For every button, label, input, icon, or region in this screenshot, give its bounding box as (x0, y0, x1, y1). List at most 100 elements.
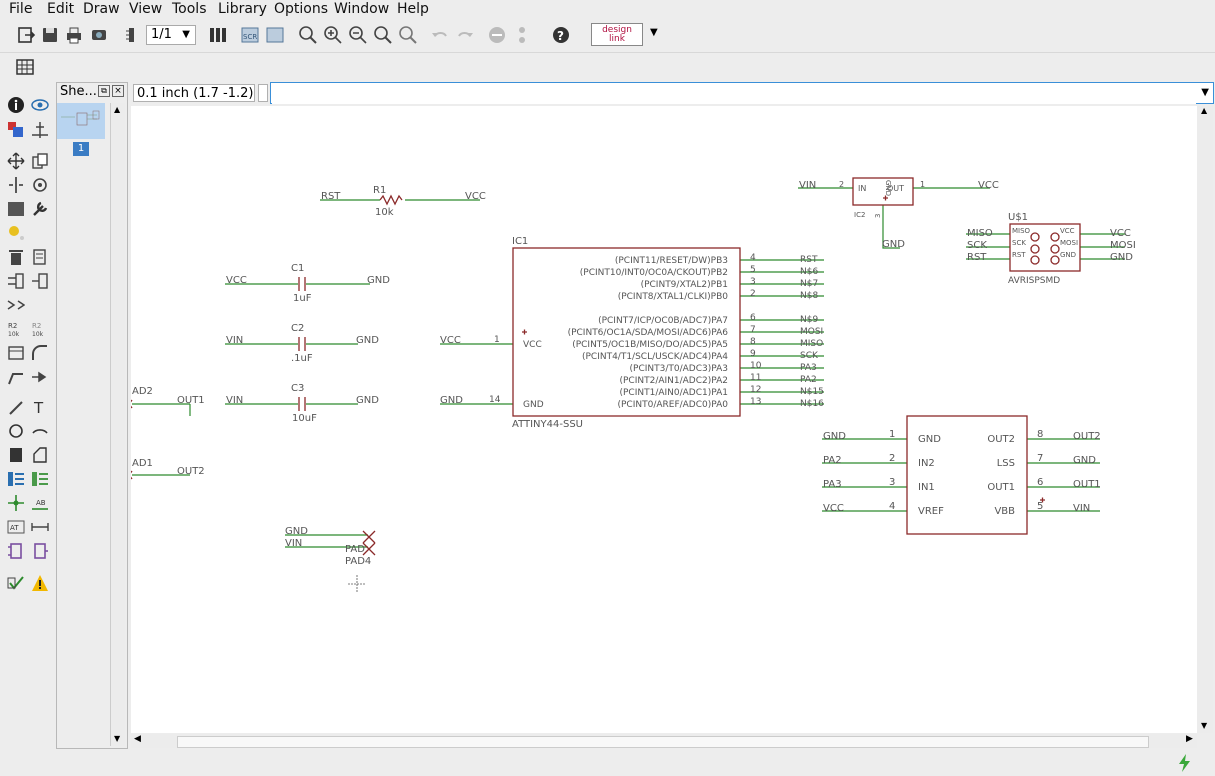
paste-icon[interactable] (7, 224, 25, 242)
ic1-pin-number: 3 (750, 277, 756, 287)
menu-file[interactable]: File (9, 1, 32, 17)
zoom-select-icon[interactable] (398, 25, 418, 45)
name-icon[interactable]: R210k (7, 320, 25, 338)
ic1-part: ATTINY44-SSU (512, 419, 583, 430)
sheet-number-badge[interactable]: 1 (73, 142, 89, 156)
command-history-icon[interactable]: ▼ (1201, 87, 1209, 98)
add-icon[interactable] (31, 248, 49, 266)
save-icon[interactable] (40, 25, 60, 45)
module-icon[interactable] (31, 542, 49, 560)
ulp-icon[interactable] (265, 25, 285, 45)
pinswap-icon[interactable] (7, 272, 25, 290)
dimension-icon[interactable] (31, 518, 49, 536)
sheet-select[interactable]: 1/1 ▼ (146, 25, 196, 45)
attribute-icon[interactable]: AT (7, 518, 25, 536)
scroll-down-icon[interactable]: ▼ (1201, 721, 1207, 730)
scroll-up-icon[interactable]: ▲ (114, 105, 120, 114)
text-icon[interactable]: T (31, 398, 49, 416)
show-icon[interactable] (31, 96, 49, 114)
delete-icon[interactable] (7, 248, 25, 266)
float-icon[interactable]: ⧉ (98, 85, 110, 97)
undo-icon[interactable] (430, 25, 450, 45)
warning-icon[interactable] (31, 574, 49, 592)
menu-view[interactable]: View (129, 1, 162, 17)
board-switch-icon[interactable] (122, 25, 142, 45)
redo-icon[interactable] (455, 25, 475, 45)
scroll-down-icon[interactable]: ▼ (114, 734, 120, 743)
lightning-icon (1179, 754, 1190, 772)
u1-net-miso: MISO (967, 228, 993, 239)
schematic-canvas[interactable]: R1 10k RST VCC C1 1uF VCC GND C2 .1uF VI… (131, 106, 1197, 733)
u1-net-vcc: VCC (1110, 228, 1131, 239)
use-library-icon[interactable] (208, 25, 228, 45)
scroll-right-icon[interactable]: ▶ (1186, 734, 1193, 744)
frame-icon[interactable] (7, 542, 25, 560)
go-icon[interactable] (512, 25, 532, 45)
arc-icon[interactable] (31, 422, 49, 440)
move-icon[interactable] (7, 152, 25, 170)
zoom-fit-icon[interactable] (298, 25, 318, 45)
ic1-pin-label: (PCINT4/T1/SCL/USCK/ADC4)PA4 (582, 352, 728, 362)
value-icon[interactable]: R210k (31, 320, 49, 338)
mark-icon[interactable] (31, 121, 49, 139)
grid-icon[interactable] (15, 57, 35, 77)
design-link-menu-icon[interactable]: ▼ (650, 27, 658, 38)
sheet-thumbnail[interactable] (57, 103, 105, 139)
junction-icon[interactable] (7, 494, 25, 512)
ic2-pin-gnd: 3 (874, 214, 882, 218)
smash-icon[interactable] (7, 344, 25, 362)
rotate-icon[interactable] (31, 176, 49, 194)
menu-window[interactable]: Window (334, 1, 389, 17)
rect-icon[interactable] (7, 446, 25, 464)
zoom-redraw-icon[interactable] (373, 25, 393, 45)
help-icon[interactable]: ? (551, 25, 571, 45)
ic1-pin-net: PA2 (800, 375, 817, 385)
miter-icon[interactable] (31, 344, 49, 362)
menu-help[interactable]: Help (397, 1, 429, 17)
split-icon[interactable] (7, 296, 25, 314)
open-icon[interactable] (16, 25, 36, 45)
horizontal-scroll-thumb[interactable] (177, 736, 1149, 748)
copy-icon[interactable] (31, 152, 49, 170)
group-icon[interactable] (7, 200, 25, 218)
bus-icon[interactable] (7, 470, 25, 488)
circle-icon[interactable] (7, 422, 25, 440)
net-icon[interactable] (31, 470, 49, 488)
sheet-select-value: 1/1 (151, 27, 172, 42)
stop-icon[interactable] (487, 25, 507, 45)
split-wire-icon[interactable] (7, 368, 25, 386)
change-icon[interactable] (31, 200, 49, 218)
menu-draw[interactable]: Draw (83, 1, 120, 17)
command-line[interactable]: ▼ (270, 82, 1214, 104)
cam-icon[interactable] (89, 25, 109, 45)
pad-ad1: AD1 (132, 458, 153, 469)
erc-icon[interactable] (7, 574, 25, 592)
scroll-left-icon[interactable]: ◀ (134, 734, 141, 744)
close-icon[interactable]: × (112, 85, 124, 97)
command-input[interactable] (272, 84, 1196, 104)
sheets-scrollbar[interactable]: ▲ ▼ (110, 103, 125, 746)
zoom-in-icon[interactable] (323, 25, 343, 45)
design-link-button[interactable]: design link (591, 23, 643, 46)
design-link-line2: link (609, 34, 625, 44)
script-icon[interactable]: SCR (240, 25, 260, 45)
menu-library[interactable]: Library (218, 1, 267, 17)
print-icon[interactable] (64, 25, 84, 45)
zoom-out-icon[interactable] (348, 25, 368, 45)
menu-edit[interactable]: Edit (47, 1, 74, 17)
menu-options[interactable]: Options (274, 1, 328, 17)
u1-net-sck: SCK (967, 240, 987, 251)
horizontal-scrollbar[interactable]: ◀ ▶ (131, 734, 1197, 748)
polygon-icon[interactable] (31, 446, 49, 464)
invoke-icon[interactable] (31, 368, 49, 386)
scroll-up-icon[interactable]: ▲ (1201, 106, 1207, 115)
wire-icon[interactable] (7, 398, 25, 416)
label-icon[interactable]: AB (31, 494, 49, 512)
gateswap-icon[interactable] (31, 272, 49, 290)
mirror-icon[interactable] (7, 176, 25, 194)
driver-net-right: VIN (1073, 503, 1090, 514)
display-icon[interactable] (7, 121, 25, 139)
menu-tools[interactable]: Tools (172, 1, 207, 17)
info-icon[interactable] (7, 96, 25, 114)
vertical-scrollbar[interactable]: ▲ ▼ (1197, 106, 1213, 733)
